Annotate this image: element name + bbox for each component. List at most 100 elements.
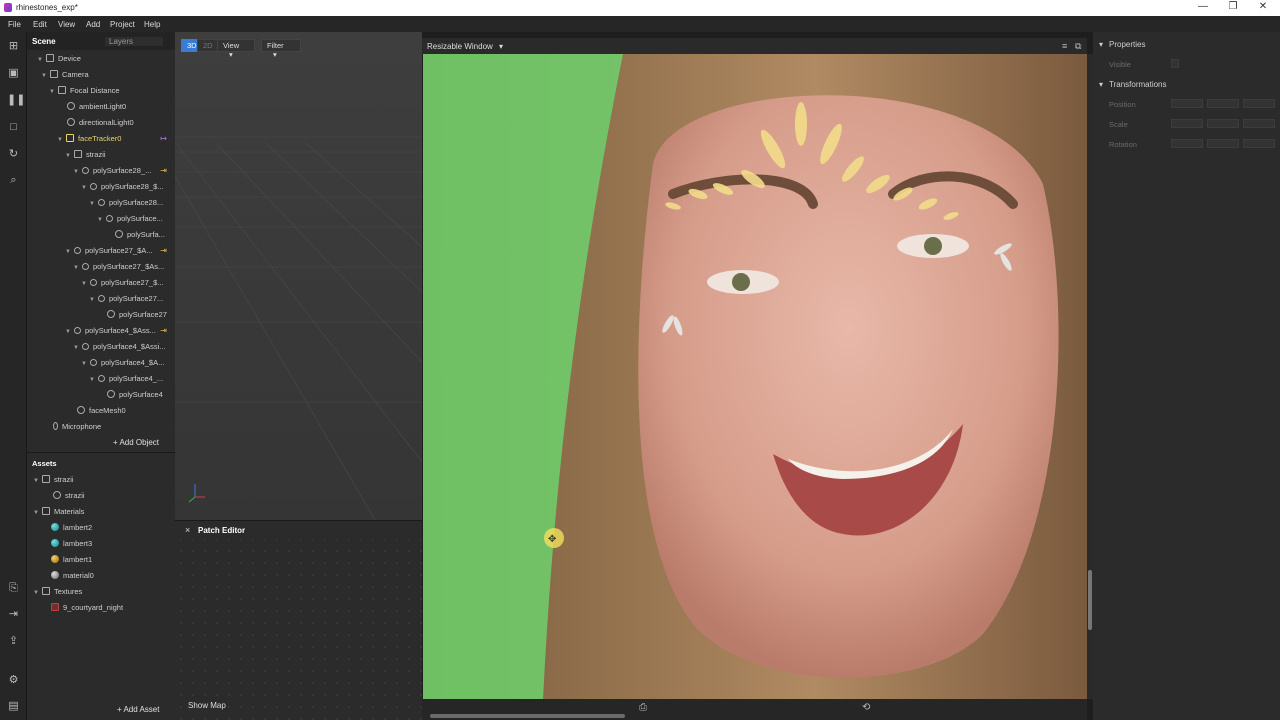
rotate-device-icon[interactable]: ⟲ <box>862 702 870 713</box>
tree-item-strazii[interactable]: ▼ strazii <box>65 150 106 164</box>
asset-folder-textures[interactable]: ▼ Textures <box>33 587 82 601</box>
tree-item-polysurface27-a[interactable]: ▼ polySurface27_$A... ⇥ <box>65 246 175 260</box>
rotation-z-field[interactable] <box>1243 139 1275 148</box>
asset-material-lambert1[interactable]: lambert1 <box>51 555 92 569</box>
tab-scene[interactable]: Scene <box>32 37 56 46</box>
scale-y-field[interactable] <box>1207 119 1239 128</box>
show-map-button[interactable]: Show Map <box>188 701 226 710</box>
tree-item-polysurface28-e[interactable]: polySurfa... <box>115 230 165 244</box>
tree-item-polysurface28-d[interactable]: ▼ polySurface... <box>97 214 163 228</box>
collapse-arrow-icon[interactable]: ▾ <box>1099 40 1103 49</box>
visible-checkbox[interactable] <box>1171 59 1179 68</box>
tree-label: polySurface27... <box>108 294 164 303</box>
popout-icon[interactable]: ⧉ <box>1075 41 1081 52</box>
mirror-icon[interactable]: ⇥ <box>7 608 20 621</box>
close-button[interactable]: ✕ <box>1248 1 1278 12</box>
stop-icon[interactable]: □ <box>7 121 20 134</box>
rotation-x-field[interactable] <box>1171 139 1203 148</box>
add-object-button[interactable]: + Add Object <box>113 438 159 447</box>
tree-item-polysurface27-b[interactable]: ▼ polySurface27_$As... <box>73 262 164 276</box>
import-icon[interactable]: ⎘ <box>7 582 20 595</box>
asset-label: 9_courtyard_night <box>63 603 124 612</box>
asset-folder-strazii[interactable]: ▼ strazii <box>33 475 74 489</box>
camera-preview[interactable]: ✥ <box>423 54 1088 699</box>
asset-label: Textures <box>53 587 83 596</box>
tree-item-ambient-light[interactable]: ambientLight0 <box>67 102 126 116</box>
settings-icon[interactable]: ⚙ <box>7 674 20 687</box>
tree-label: polySurface4_$A... <box>100 358 165 367</box>
asset-material-lambert3[interactable]: lambert3 <box>51 539 92 553</box>
tree-item-polysurface4-b[interactable]: ▼ polySurface4_$Assi... <box>73 342 166 356</box>
tree-item-polysurface28-a[interactable]: ▼ polySurface28_... ⇥ <box>73 166 175 180</box>
scene-icon[interactable]: ⊞ <box>7 40 20 53</box>
viewport-grid <box>175 32 422 520</box>
asset-item-strazii[interactable]: strazii <box>53 491 85 505</box>
tree-item-polysurface27-c[interactable]: ▼ polySurface27_$... <box>81 278 164 292</box>
tree-item-directional-light[interactable]: directionalLight0 <box>67 118 134 132</box>
export-icon[interactable]: ⇪ <box>7 635 20 648</box>
tree-label: polySurface28_... <box>92 166 152 175</box>
add-asset-button[interactable]: + Add Asset <box>117 705 159 714</box>
collapse-arrow-icon[interactable]: ▾ <box>1099 80 1103 89</box>
tab-layers[interactable]: Layers <box>105 37 164 46</box>
tree-item-camera[interactable]: ▼ Camera <box>41 70 89 84</box>
pause-icon[interactable]: ❚❚ <box>7 94 25 107</box>
view-dropdown[interactable]: View ▾ <box>217 39 255 59</box>
close-patch-editor-button[interactable]: × <box>185 525 190 535</box>
mesh-icon <box>89 279 97 286</box>
scale-z-field[interactable] <box>1243 119 1275 128</box>
console-icon[interactable]: ▤ <box>7 700 20 713</box>
screenshot-icon[interactable]: ⎙ <box>639 702 647 713</box>
position-z-field[interactable] <box>1243 99 1275 108</box>
tree-item-polysurface27-d[interactable]: ▼ polySurface27... <box>89 294 163 308</box>
menu-view[interactable]: View <box>58 20 75 29</box>
tree-item-focal-distance[interactable]: ▼ Focal Distance <box>49 86 120 100</box>
asset-texture-courtyard[interactable]: 9_courtyard_night <box>51 603 123 617</box>
restore-button[interactable]: ❐ <box>1218 1 1248 12</box>
mesh-icon <box>115 230 123 238</box>
tree-item-polysurface4-a[interactable]: ▼ polySurface4_$Ass... ⇥ <box>65 326 175 340</box>
asset-material-lambert2[interactable]: lambert2 <box>51 523 92 537</box>
scrollbar-thumb[interactable] <box>1088 570 1092 630</box>
mesh-icon <box>73 327 81 334</box>
tree-item-face-tracker[interactable]: ▼ faceTracker0 ↦ <box>57 134 175 148</box>
rotation-label: Rotation <box>1109 140 1137 149</box>
tree-item-polysurface4-c[interactable]: ▼ polySurface4_$A... <box>81 358 164 372</box>
asset-material-material0[interactable]: material0 <box>51 571 94 585</box>
device-label: Resizable Window <box>427 42 493 51</box>
menu-file[interactable]: File <box>8 20 21 29</box>
asset-label: material0 <box>63 571 94 580</box>
tree-item-microphone[interactable]: Microphone <box>53 422 101 436</box>
rotation-y-field[interactable] <box>1207 139 1239 148</box>
video-icon[interactable]: ▣ <box>7 67 20 80</box>
tree-item-polysurface4-e[interactable]: polySurface4 <box>107 390 163 404</box>
tree-item-polysurface28-c[interactable]: ▼ polySurface28... <box>89 198 163 212</box>
minimize-button[interactable]: — <box>1188 1 1218 12</box>
tree-item-polysurface27-e[interactable]: polySurface27 <box>107 310 167 324</box>
scale-x-field[interactable] <box>1171 119 1203 128</box>
menu-add[interactable]: Add <box>86 20 100 29</box>
tree-item-polysurface4-d[interactable]: ▼ polySurface4_... <box>89 374 163 388</box>
patch-editor[interactable]: × Patch Editor Show Map <box>175 520 422 720</box>
texture-icon <box>51 603 59 611</box>
model-icon <box>53 491 61 499</box>
viewport[interactable]: 3D 2D View ▾ Filter ▾ <box>175 32 422 520</box>
device-dropdown[interactable]: Resizable Window ▾ <box>427 42 503 51</box>
properties-panel: ▾ Properties Visible ▾ Transformations P… <box>1093 32 1280 720</box>
menu-edit[interactable]: Edit <box>33 20 47 29</box>
refresh-icon[interactable]: ↻ <box>7 148 20 161</box>
position-x-field[interactable] <box>1171 99 1203 108</box>
menu-help[interactable]: Help <box>144 20 160 29</box>
search-icon[interactable]: ⌕ <box>7 174 20 187</box>
tree-item-device[interactable]: ▼ Device <box>37 54 81 68</box>
tree-item-polysurface28-b[interactable]: ▼ polySurface28_$... <box>81 182 164 196</box>
filter-dropdown[interactable]: Filter ▾ <box>261 39 301 59</box>
position-y-field[interactable] <box>1207 99 1239 108</box>
asset-folder-materials[interactable]: ▼ Materials <box>33 507 84 521</box>
tree-item-face-mesh[interactable]: faceMesh0 <box>77 406 126 420</box>
mode-2d-button[interactable]: 2D <box>197 39 219 52</box>
preview-horizontal-scrollbar[interactable] <box>430 714 625 718</box>
menu-icon[interactable]: ≡ <box>1062 41 1067 51</box>
tree-label: Focal Distance <box>69 86 120 95</box>
menu-project[interactable]: Project <box>110 20 135 29</box>
